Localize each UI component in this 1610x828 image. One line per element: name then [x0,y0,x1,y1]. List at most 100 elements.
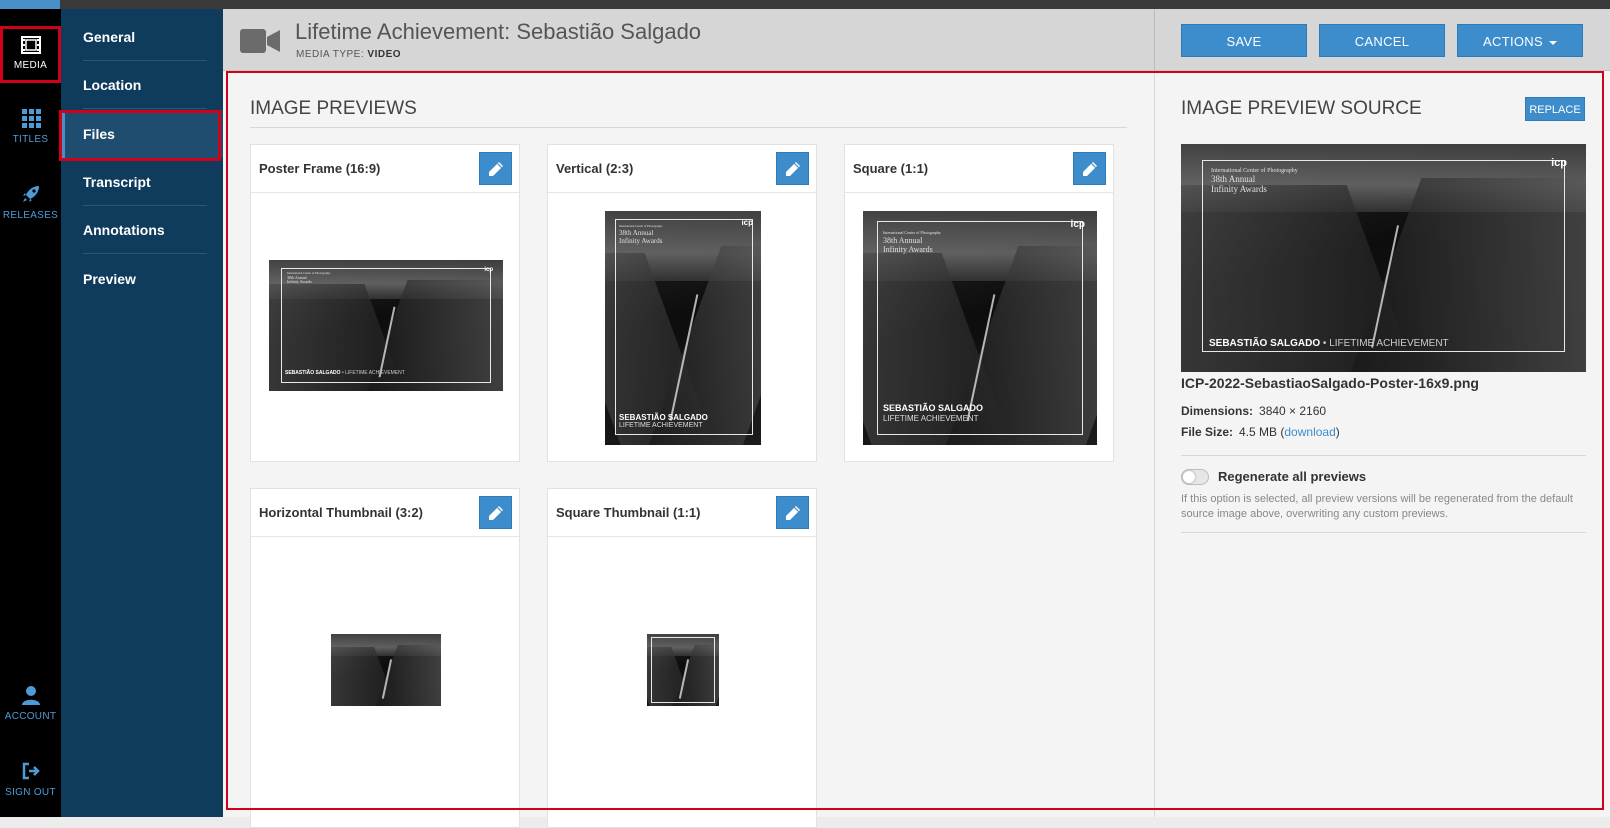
pencil-icon [1083,162,1097,176]
cancel-label: CANCEL [1354,34,1410,49]
pencil-icon [489,506,503,520]
icp-logo: icp [1070,219,1085,230]
preview-image: International Center of Photography 38th… [863,211,1097,445]
poster-honor: LIFETIME ACHIEVEMENT [619,422,703,429]
separator [83,108,207,109]
preview-image [647,634,719,706]
section-rule [1181,532,1586,533]
section-rule [1181,455,1586,456]
source-filename: ICP-2022-SebastiaoSalgado-Poster-16x9.pn… [1181,375,1479,391]
media-type: MEDIA TYPE: VIDEO [296,49,401,60]
section-nav: General Location Files Transcript Annota… [61,9,223,817]
section-nav-label: Location [83,77,142,93]
section-nav-preview[interactable]: Preview [61,255,223,303]
section-nav-label: Preview [83,271,136,287]
grid-icon [21,109,41,128]
film-icon [20,36,41,54]
preview-card-horizontal-thumbnail: Horizontal Thumbnail (3:2) [250,488,520,828]
media-type-value: VIDEO [367,49,402,60]
rail-label-account: ACCOUNT [4,711,57,722]
edit-button[interactable] [479,152,512,185]
poster-event: Infinity Awards [619,237,663,245]
poster-honor: LIFETIME ACHIEVEMENT [345,370,405,376]
separator [83,253,207,254]
save-button[interactable]: SAVE [1181,24,1307,57]
edit-button[interactable] [479,496,512,529]
main-content: IMAGE PREVIEWS Poster Frame (16:9) Inter… [223,71,1610,828]
section-nav-label: Transcript [83,174,151,190]
download-link[interactable]: download [1284,425,1335,439]
card-label: Square Thumbnail (1:1) [556,505,701,520]
poster-edition: 38th Annual [1211,174,1256,184]
preview-image [331,634,441,706]
rail-label-titles: TITLES [12,134,49,145]
edit-button[interactable] [1073,152,1106,185]
media-type-label: MEDIA TYPE: [296,49,365,60]
pencil-icon [489,162,503,176]
filesize-value: 4.5 MB ( [1239,425,1285,439]
rail-label-sign-out: SIGN OUT [5,787,56,798]
image-previews-title: IMAGE PREVIEWS [250,98,417,119]
top-bar-accent [0,0,60,9]
video-camera-icon [240,29,280,53]
regenerate-toggle[interactable] [1181,469,1209,485]
source-dimensions: Dimensions: 3840 × 2160 [1181,404,1326,418]
cancel-button[interactable]: CANCEL [1319,24,1445,57]
poster-frame [651,637,715,703]
section-nav-label: Annotations [83,222,165,238]
section-nav-annotations[interactable]: Annotations [61,206,223,254]
edit-button[interactable] [776,152,809,185]
poster-frame [281,268,491,383]
section-nav-files[interactable]: Files [61,110,223,158]
section-nav-transcript[interactable]: Transcript [61,158,223,206]
page-header: Lifetime Achievement: Sebastião Salgado … [223,9,1610,71]
section-rule [250,127,1127,128]
section-nav-general[interactable]: General [61,13,223,61]
card-label: Poster Frame (16:9) [259,161,381,176]
sign-out-icon [22,762,40,780]
header-divider [1154,9,1155,71]
poster-caption: SEBASTIÃO SALGADO • LIFETIME ACHIEVEMENT [285,370,405,376]
actions-label: ACTIONS [1483,34,1543,49]
poster-name: SEBASTIÃO SALGADO [285,370,341,376]
dimensions-value: 3840 × 2160 [1259,404,1327,418]
preview-image: International Center of Photography 38th… [605,211,761,445]
poster-separator: • [1320,338,1330,349]
rail-label-releases: RELEASES [2,210,59,221]
card-label: Horizontal Thumbnail (3:2) [259,505,423,520]
rail-item-sign-out[interactable]: SIGN OUT [0,761,61,798]
section-nav-location[interactable]: Location [61,61,223,109]
icon-rail: MEDIA TITLES RELEASES ACCOUNT SIGN OUT [0,9,61,817]
rail-item-titles[interactable]: TITLES [0,108,61,145]
pencil-icon [786,162,800,176]
rail-item-account[interactable]: ACCOUNT [0,685,61,722]
dimensions-label: Dimensions: [1181,404,1254,418]
image-preview-source-title: IMAGE PREVIEW SOURCE [1181,98,1422,119]
edit-button[interactable] [776,496,809,529]
poster-org: International Center of Photography [619,224,663,228]
preview-card-square: Square (1:1) International Center of Pho… [844,144,1114,462]
regenerate-help-text: If this option is selected, all preview … [1181,493,1573,520]
section-nav-label: Files [83,126,115,142]
panel-divider [1154,71,1155,817]
icp-logo: icp [484,267,493,273]
replace-label: REPLACE [1529,104,1581,116]
poster-event: Infinity Awards [287,279,312,284]
poster-name: SEBASTIÃO SALGADO [1209,338,1321,349]
rail-label-media: MEDIA [13,60,48,71]
user-icon [21,686,40,705]
source-image: International Center of Photography 38th… [1181,144,1586,372]
rail-item-media[interactable]: MEDIA [0,26,61,83]
actions-dropdown[interactable]: ACTIONS [1457,24,1583,57]
poster-caption: SEBASTIÃO SALGADO • LIFETIME ACHIEVEMENT [1209,338,1449,349]
card-header: Square Thumbnail (1:1) [548,489,816,537]
poster-edition: 38th Annual [883,236,923,245]
rocket-icon [22,186,39,202]
replace-button[interactable]: REPLACE [1525,97,1585,121]
card-header: Poster Frame (16:9) [251,145,519,193]
toggle-knob [1183,471,1195,483]
preview-card-square-thumbnail: Square Thumbnail (1:1) [547,488,817,828]
rail-item-releases[interactable]: RELEASES [0,184,61,221]
page-title: Lifetime Achievement: Sebastião Salgado [295,19,702,44]
preview-card-vertical: Vertical (2:3) International Center of P… [547,144,817,462]
